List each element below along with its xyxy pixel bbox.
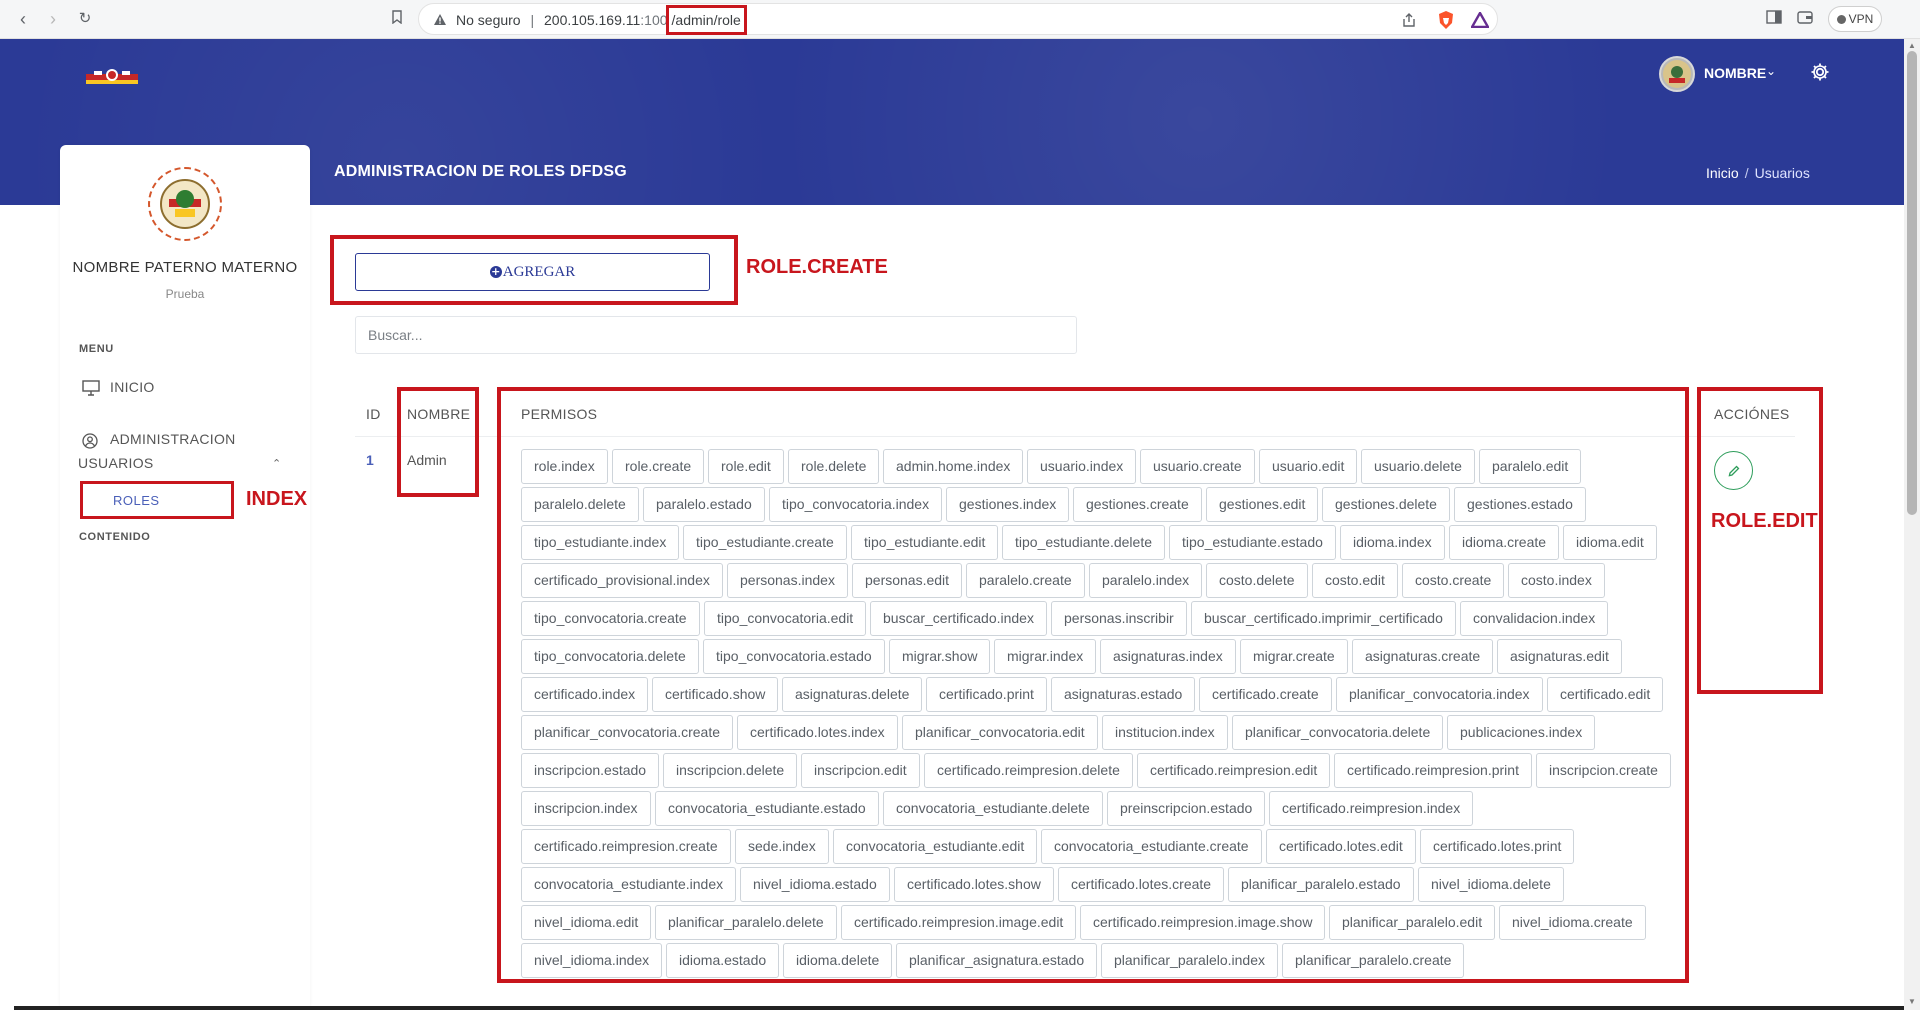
- profile-role: Prueba: [165, 287, 205, 301]
- column-header-id: ID: [366, 406, 381, 422]
- add-role-label: AGREGAR: [502, 264, 576, 280]
- bottom-edge: [14, 1006, 1904, 1010]
- security-label: No seguro: [456, 12, 521, 28]
- annotation-label-edit: ROLE.EDIT: [1711, 510, 1818, 532]
- sidebar-item-roles[interactable]: ROLES: [113, 493, 160, 508]
- annotation-box-nombre: [397, 387, 479, 497]
- content-heading: CONTENIDO: [79, 531, 151, 543]
- browser-toolbar: ‹ › ↻ No seguro | 200.105.169.11:100/adm…: [0, 0, 1920, 39]
- annotation-box-permisos: [497, 387, 1689, 983]
- chevron-down-icon[interactable]: ⌄: [1766, 64, 1776, 78]
- pencil-icon: [1715, 464, 1752, 478]
- user-circle-icon: [82, 432, 100, 449]
- scroll-thumb[interactable]: [1907, 51, 1917, 515]
- chevron-up-icon[interactable]: ⌃: [272, 457, 281, 470]
- sidebar-item-label: ADMINISTRACION: [110, 431, 236, 447]
- back-icon[interactable]: ‹: [12, 8, 34, 30]
- scroll-down-icon[interactable]: ▼: [1904, 997, 1920, 1006]
- page-scrollbar[interactable]: ▲ ▼: [1904, 39, 1920, 1010]
- plus-circle-icon: +: [489, 265, 502, 278]
- annotation-label-create: ROLE.CREATE: [746, 256, 888, 278]
- sidebar-item-label: INICIO: [110, 379, 155, 395]
- row-id: 1: [366, 452, 374, 468]
- scroll-up-icon[interactable]: ▲: [1904, 41, 1920, 50]
- sidebar-toggle-icon[interactable]: [1766, 8, 1782, 30]
- forward-icon[interactable]: ›: [42, 8, 64, 30]
- search-input[interactable]: [355, 316, 1077, 354]
- menu-heading: MENU: [79, 343, 114, 355]
- wallet-icon[interactable]: [1797, 8, 1813, 30]
- annotation-label-index: INDEX: [246, 488, 308, 510]
- institution-seal: [148, 167, 222, 241]
- address-bar[interactable]: No seguro | 200.105.169.11:100/admin/rol…: [418, 3, 1498, 35]
- share-icon[interactable]: [1401, 12, 1417, 33]
- user-name[interactable]: NOMBRE: [1704, 65, 1766, 81]
- edit-role-button[interactable]: [1714, 451, 1753, 490]
- page-title: ADMINISTRACION DE ROLES DFDSG: [334, 163, 627, 180]
- reload-icon[interactable]: ↻: [74, 8, 96, 30]
- sidebar-item-inicio[interactable]: INICIO: [82, 379, 155, 396]
- annotation-box-edit: [1697, 387, 1823, 694]
- monitor-icon: [82, 380, 100, 396]
- sidebar: NOMBRE PATERNO MATERNO Prueba MENU INICI…: [60, 145, 310, 1010]
- breadcrumb-inicio[interactable]: Inicio: [1706, 165, 1739, 181]
- rewards-icon[interactable]: [1469, 10, 1491, 33]
- breadcrumb: Inicio / Usuarios: [1706, 165, 1810, 181]
- add-role-button[interactable]: + AGREGAR: [355, 253, 710, 291]
- gear-icon[interactable]: [1810, 62, 1830, 82]
- vpn-button[interactable]: VPN: [1828, 6, 1882, 32]
- bookmark-icon[interactable]: [386, 8, 408, 30]
- url-host: 200.105.169.11: [544, 12, 641, 28]
- brave-shield-icon[interactable]: [1437, 10, 1455, 35]
- vpn-label: VPN: [1848, 12, 1874, 26]
- sidebar-item-label-2: USUARIOS: [78, 455, 154, 471]
- profile-name: NOMBRE PATERNO MATERNO: [72, 259, 298, 276]
- sidebar-item-administracion-usuarios[interactable]: ADMINISTRACION USUARIOS: [78, 427, 236, 475]
- avatar[interactable]: [1659, 56, 1695, 92]
- brand-logo[interactable]: [84, 66, 140, 88]
- breadcrumb-usuarios: Usuarios: [1754, 165, 1810, 181]
- warning-icon: [433, 13, 447, 31]
- url-path: /admin/role: [665, 5, 747, 35]
- vpn-icon: [1836, 15, 1846, 24]
- url-port: :100: [640, 12, 668, 28]
